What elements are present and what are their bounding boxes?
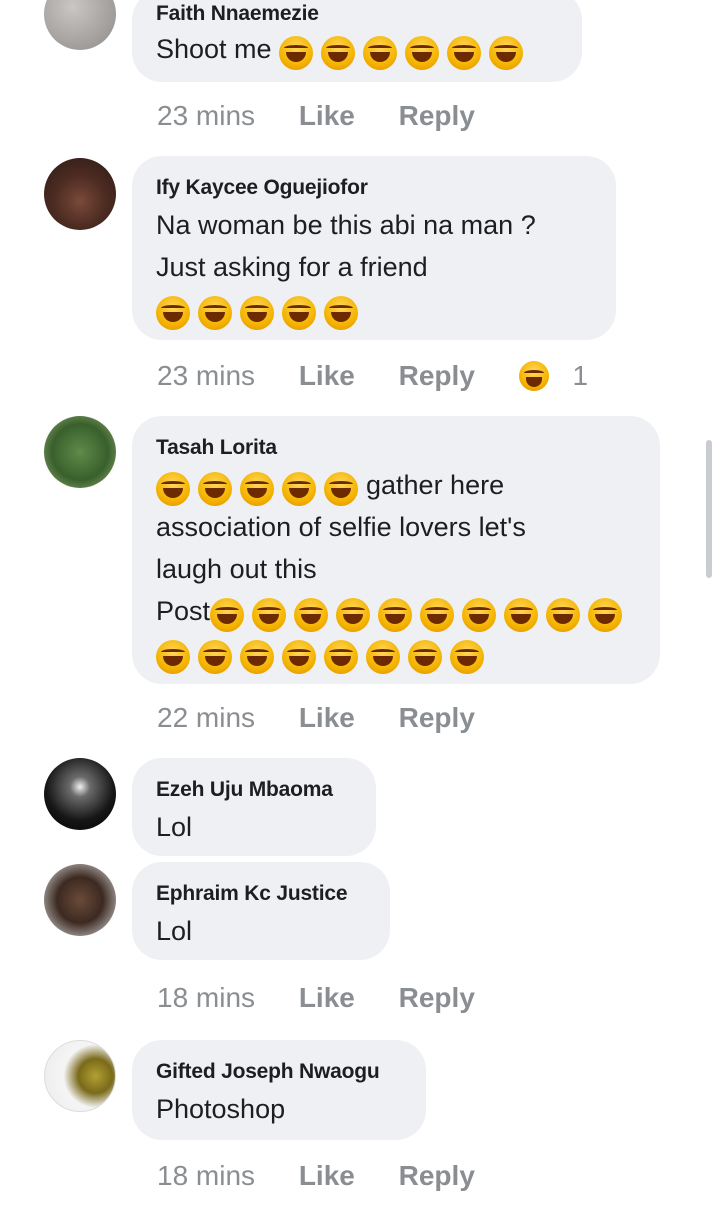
comment-text-content: Post [156, 596, 211, 626]
comment-bubble: Ephraim Kc Justice Lol [132, 862, 390, 960]
avatar[interactable] [44, 158, 116, 230]
avatar[interactable] [44, 416, 116, 488]
reaction-count[interactable]: 1 [572, 360, 588, 392]
comment-meta: 22 mins Like Reply [157, 700, 511, 734]
comment-time[interactable]: 18 mins [157, 1160, 255, 1192]
reply-button[interactable]: Reply [399, 1160, 475, 1192]
like-button[interactable]: Like [299, 100, 355, 132]
avatar[interactable] [44, 1040, 116, 1112]
comment-author[interactable]: Ephraim Kc Justice [156, 882, 348, 906]
like-button[interactable]: Like [299, 1160, 355, 1192]
comment-bubble: Ezeh Uju Mbaoma Lol [132, 758, 376, 856]
laughing-reaction-icon[interactable] [518, 360, 549, 391]
comment-meta: 18 mins Like Reply [157, 1158, 511, 1192]
comment-author[interactable]: Tasah Lorita [156, 436, 277, 460]
tears-of-joy-emoji-icon [210, 592, 630, 634]
tears-of-joy-emoji-icon [156, 632, 492, 676]
like-button[interactable]: Like [299, 982, 355, 1014]
reply-button[interactable]: Reply [399, 702, 475, 734]
avatar[interactable] [44, 758, 116, 830]
rolling-laughing-emoji-icon [279, 30, 531, 72]
comment-bubble: Tasah Lorita gather here association of … [132, 416, 660, 684]
comment-time[interactable]: 18 mins [157, 982, 255, 1014]
reply-button[interactable]: Reply [399, 982, 475, 1014]
comment-author[interactable]: Gifted Joseph Nwaogu [156, 1060, 380, 1084]
comment-author[interactable]: Faith Nnaemezie [156, 2, 319, 26]
comment-text-content: gather here [366, 470, 505, 500]
comment-meta: 23 mins Like Reply [157, 98, 511, 132]
like-button[interactable]: Like [299, 702, 355, 734]
rolling-laughing-emoji-icon [156, 288, 366, 332]
avatar[interactable] [44, 0, 116, 50]
comment-bubble: Ify Kaycee Oguejiofor Na woman be this a… [132, 156, 616, 340]
comment-meta: 23 mins Like Reply 1 [157, 358, 588, 392]
scrollbar[interactable] [706, 440, 712, 578]
comment-text: laugh out this [156, 554, 317, 584]
comment-text: Lol [156, 916, 193, 946]
comment-text: gather here [156, 464, 504, 508]
comment-text: Shoot me [156, 28, 531, 72]
comment-meta: 18 mins Like Reply [157, 980, 511, 1014]
like-button[interactable]: Like [299, 360, 355, 392]
comment-text: association of selfie lovers let's [156, 512, 526, 542]
comment-text: Lol [156, 812, 193, 842]
comment-text: Na woman be this abi na man ? [156, 210, 536, 240]
comment-text: Photoshop [156, 1094, 286, 1124]
comment-author[interactable]: Ezeh Uju Mbaoma [156, 778, 333, 802]
avatar[interactable] [44, 864, 116, 936]
comment-time[interactable]: 22 mins [157, 702, 255, 734]
comment-time[interactable]: 23 mins [157, 360, 255, 392]
comment-text-content: Shoot me [156, 34, 272, 64]
comment-text: Just asking for a friend [156, 252, 428, 282]
comment-author[interactable]: Ify Kaycee Oguejiofor [156, 176, 368, 200]
reply-button[interactable]: Reply [399, 360, 475, 392]
comment-time[interactable]: 23 mins [157, 100, 255, 132]
comment-bubble: Faith Nnaemezie Shoot me [132, 0, 582, 82]
reply-button[interactable]: Reply [399, 100, 475, 132]
comment-text: Post [156, 590, 630, 634]
comment-bubble: Gifted Joseph Nwaogu Photoshop [132, 1040, 426, 1140]
tears-of-joy-emoji-icon [156, 466, 366, 508]
